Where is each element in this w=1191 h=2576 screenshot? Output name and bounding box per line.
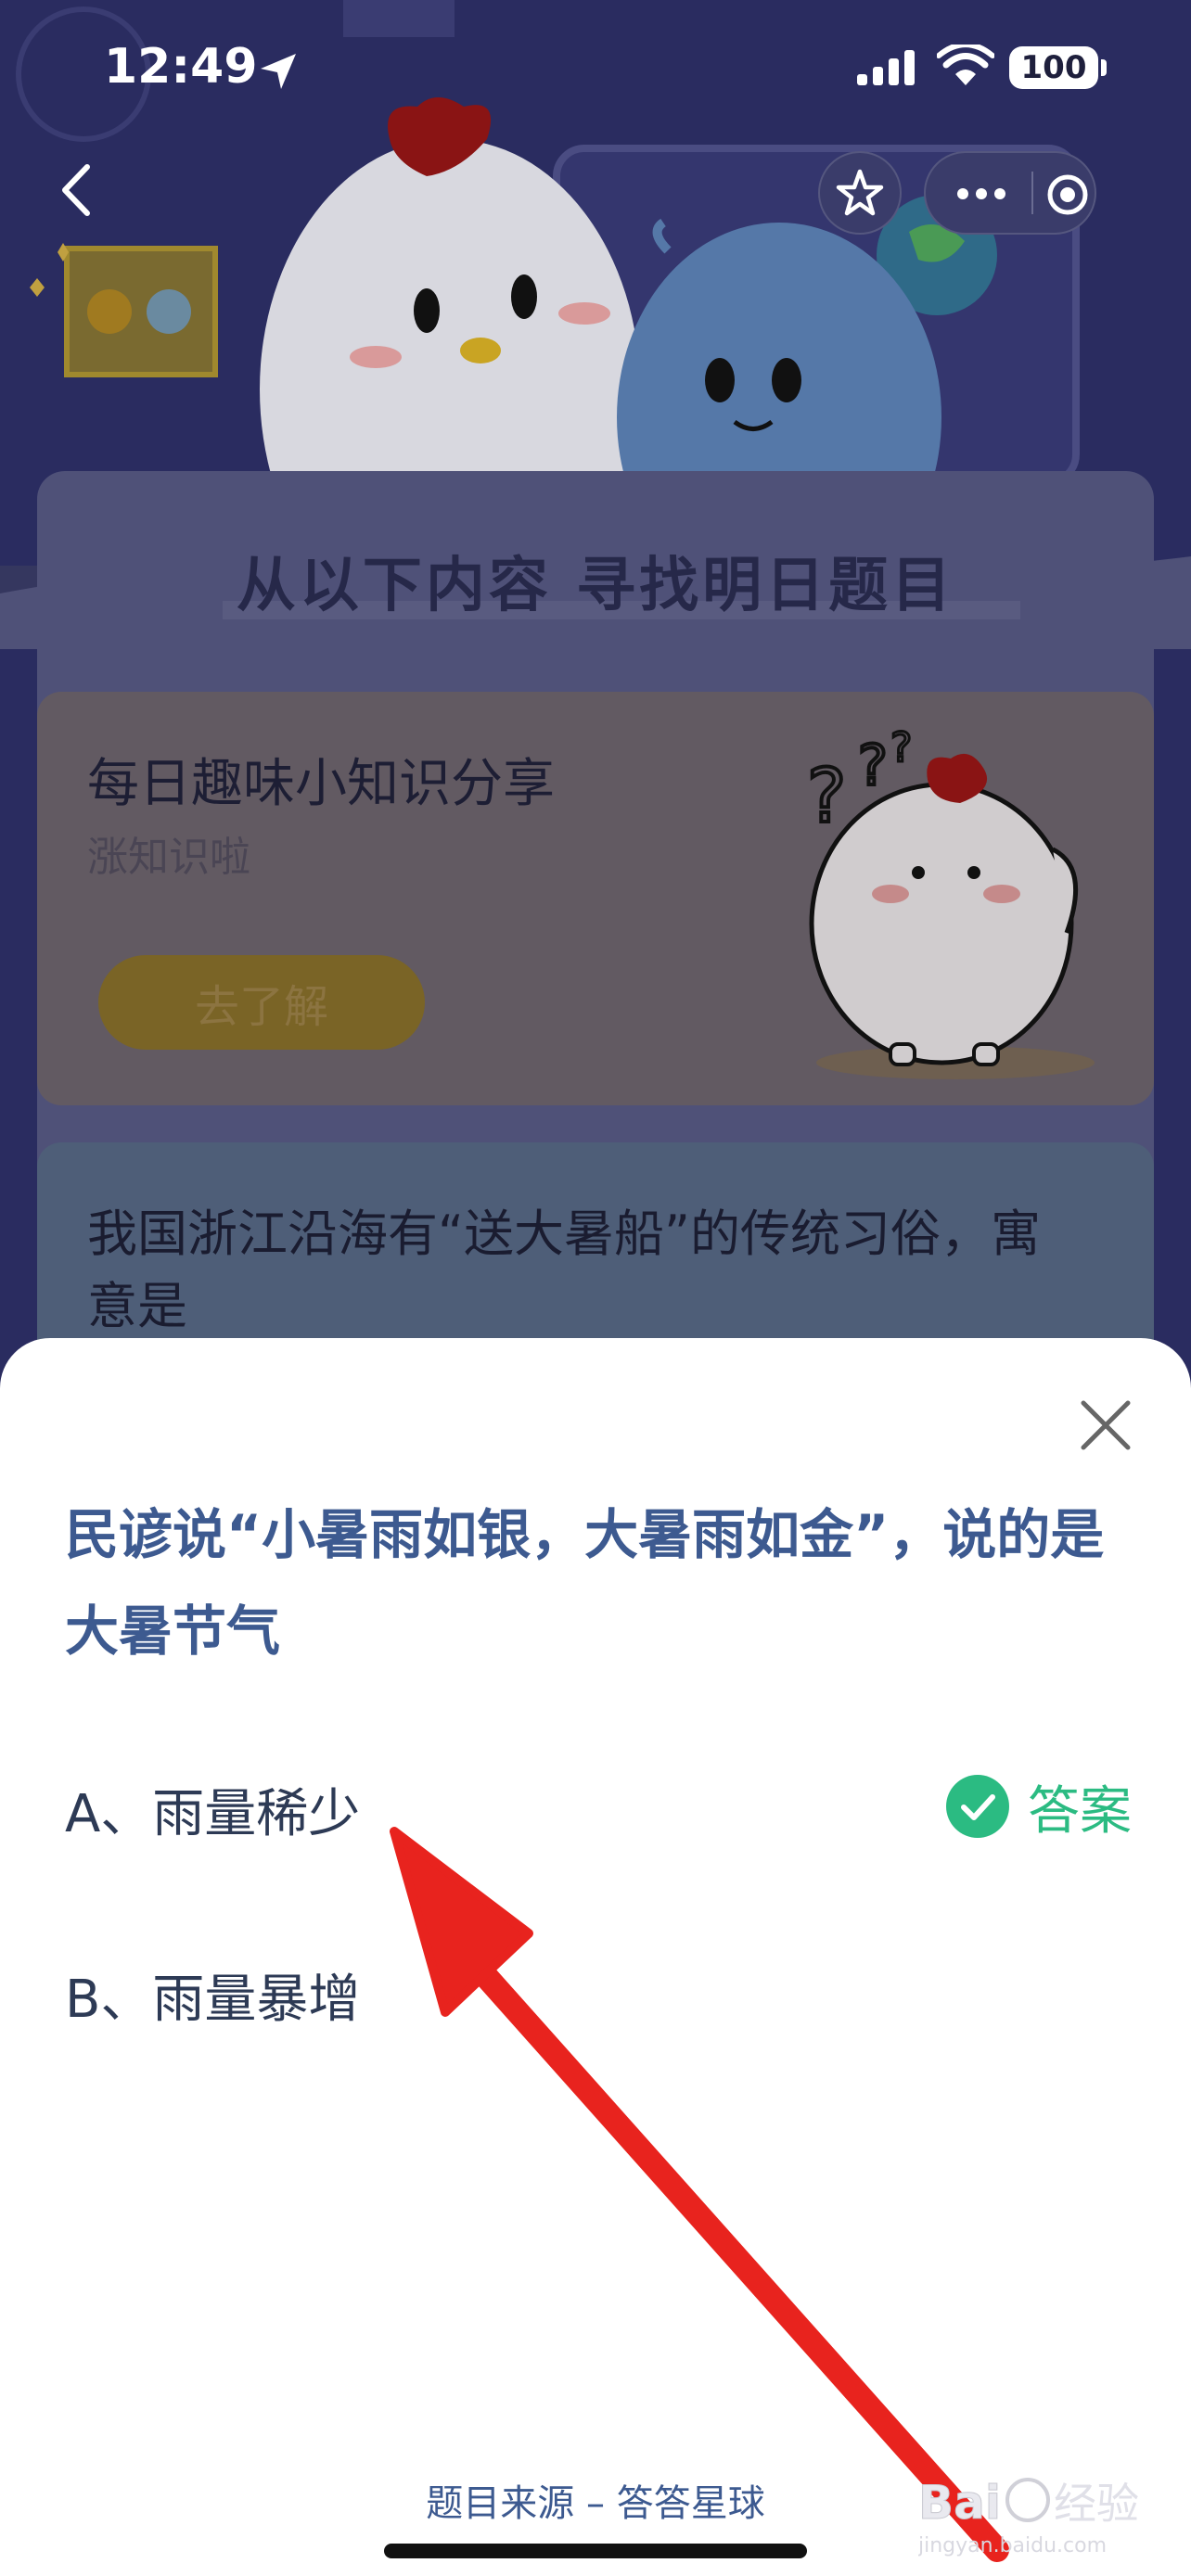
annotation-arrow xyxy=(390,1827,1009,2562)
svg-text:jingyan.baidu.com: jingyan.baidu.com xyxy=(918,2534,1107,2557)
svg-text:Bai: Bai xyxy=(918,2476,1001,2530)
baidu-jingyan-watermark: Bai 经验 jingyan.baidu.com xyxy=(918,2476,1139,2558)
svg-text:经验: 经验 xyxy=(1054,2479,1139,2529)
